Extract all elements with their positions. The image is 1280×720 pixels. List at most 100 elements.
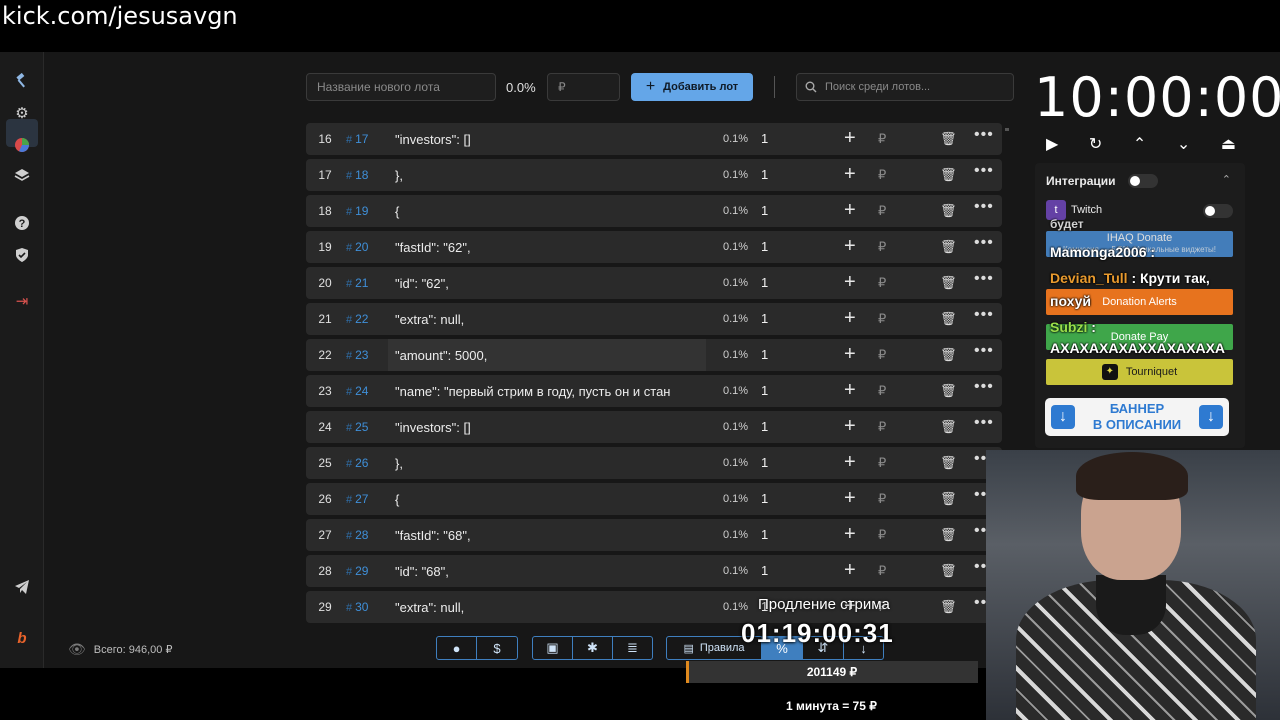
add-amount-input[interactable]: ₽ [878, 203, 886, 219]
lot-amount-input[interactable]: 1 [761, 527, 768, 542]
more-options-icon[interactable]: ••• [974, 306, 994, 324]
shield-icon[interactable] [10, 243, 34, 267]
delete-lot-icon[interactable]: 🗑 [940, 347, 957, 363]
add-amount-input[interactable]: ₽ [878, 419, 886, 435]
more-options-icon[interactable]: ••• [974, 162, 994, 180]
lot-amount-input[interactable]: 1 [761, 311, 768, 326]
add-amount-button[interactable]: + [844, 379, 856, 402]
add-amount-input[interactable]: ₽ [878, 383, 886, 399]
add-amount-input[interactable]: ₽ [878, 167, 886, 183]
brand-logo-icon[interactable]: b [10, 626, 34, 650]
clear-lots-button[interactable]: ≣ [613, 637, 652, 659]
delete-lot-icon[interactable]: 🗑 [940, 239, 957, 255]
add-amount-input[interactable]: ₽ [878, 527, 886, 543]
lot-amount-input[interactable]: 1 [761, 167, 768, 182]
lot-amount-input[interactable]: ₽ [547, 73, 620, 101]
add-amount-input[interactable]: ₽ [878, 455, 886, 471]
reset-icon[interactable]: ↻ [1089, 134, 1102, 154]
collapse-icon[interactable]: ⌃ [1222, 173, 1231, 186]
delete-lot-icon[interactable]: 🗑 [940, 131, 957, 147]
add-amount-input[interactable]: ₽ [878, 491, 886, 507]
pie-chart-icon[interactable] [10, 133, 34, 157]
play-icon[interactable]: ▶ [1046, 134, 1058, 154]
bug-report-button[interactable]: ✱ [573, 637, 613, 659]
lot-name-input[interactable]: "investors": [] [388, 123, 706, 155]
add-amount-button[interactable]: + [844, 163, 856, 186]
lot-amount-input[interactable]: 1 [761, 419, 768, 434]
delete-lot-icon[interactable]: 🗑 [940, 491, 957, 507]
github-button[interactable]: ● [437, 637, 477, 659]
chevron-down-icon[interactable]: ⌄ [1177, 134, 1190, 154]
lot-fast-id[interactable]: #28 [346, 528, 368, 542]
lot-name-input[interactable]: }, [388, 159, 706, 191]
lot-fast-id[interactable]: #20 [346, 240, 368, 254]
logout-icon[interactable]: ⇥ [10, 289, 34, 313]
add-amount-button[interactable]: + [844, 523, 856, 546]
lot-amount-input[interactable]: 1 [761, 239, 768, 254]
delete-lot-icon[interactable]: 🗑 [940, 383, 957, 399]
lot-fast-id[interactable]: #26 [346, 456, 368, 470]
add-amount-button[interactable]: + [844, 559, 856, 582]
add-amount-button[interactable]: + [844, 343, 856, 366]
help-icon[interactable]: ? [10, 211, 34, 235]
lot-fast-id[interactable]: #22 [346, 312, 368, 326]
lot-name-input[interactable]: "fastId": "68", [388, 519, 706, 551]
add-amount-button[interactable]: + [844, 271, 856, 294]
twitch-toggle[interactable] [1203, 204, 1233, 218]
lot-fast-id[interactable]: #21 [346, 276, 368, 290]
more-options-icon[interactable]: ••• [974, 234, 994, 252]
delete-lot-icon[interactable]: 🗑 [940, 311, 957, 327]
gavel-icon[interactable] [10, 69, 34, 93]
lot-name-input[interactable]: }, [388, 447, 706, 479]
delete-lot-icon[interactable]: 🗑 [940, 563, 957, 579]
telegram-icon[interactable] [10, 575, 34, 599]
lot-fast-id[interactable]: #24 [346, 384, 368, 398]
more-options-icon[interactable]: ••• [974, 342, 994, 360]
list-scrollbar[interactable] [1005, 128, 1009, 131]
lot-amount-input[interactable]: 1 [761, 383, 768, 398]
lot-amount-input[interactable]: 1 [761, 203, 768, 218]
lot-name-input[interactable]: "id": "68", [388, 555, 706, 587]
lot-name-input[interactable]: "id": "62", [388, 267, 706, 299]
lot-amount-input[interactable]: 1 [761, 131, 768, 146]
delete-lot-icon[interactable]: 🗑 [940, 275, 957, 291]
add-amount-input[interactable]: ₽ [878, 563, 886, 579]
delete-lot-icon[interactable]: 🗑 [940, 419, 957, 435]
lot-name-input[interactable]: "extra": null, [388, 591, 706, 623]
lot-name-input[interactable]: "extra": null, [388, 303, 706, 335]
lot-name-input[interactable]: "name": "первый стрим в году, пусть он и… [388, 375, 706, 407]
lot-fast-id[interactable]: #25 [346, 420, 368, 434]
lot-name-input[interactable]: "fastId": "62", [388, 231, 706, 263]
add-amount-input[interactable]: ₽ [878, 275, 886, 291]
lot-fast-id[interactable]: #30 [346, 600, 368, 614]
add-lot-button[interactable]: + Добавить лот [631, 73, 753, 101]
delete-lot-icon[interactable]: 🗑 [940, 167, 957, 183]
chevron-up-icon[interactable]: ⌃ [1133, 134, 1146, 154]
eye-off-icon[interactable]: 👁 [68, 641, 86, 658]
add-amount-button[interactable]: + [844, 451, 856, 474]
add-amount-button[interactable]: + [844, 127, 856, 150]
more-options-icon[interactable]: ••• [974, 414, 994, 432]
add-amount-button[interactable]: + [844, 199, 856, 222]
layers-icon[interactable] [10, 164, 34, 188]
double-chevron-up-icon[interactable]: ⏏ [1221, 134, 1236, 154]
lot-name-input[interactable]: Название нового лота [306, 73, 496, 101]
add-amount-input[interactable]: ₽ [878, 131, 886, 147]
donate-button[interactable]: $ [477, 637, 517, 659]
lot-fast-id[interactable]: #17 [346, 132, 368, 146]
add-amount-button[interactable]: + [844, 415, 856, 438]
add-amount-button[interactable]: + [844, 307, 856, 330]
delete-lot-icon[interactable]: 🗑 [940, 203, 957, 219]
save-button[interactable]: ▣ [533, 637, 573, 659]
more-options-icon[interactable]: ••• [974, 126, 994, 144]
delete-lot-icon[interactable]: 🗑 [940, 599, 957, 615]
lot-fast-id[interactable]: #23 [346, 348, 368, 362]
more-options-icon[interactable]: ••• [974, 270, 994, 288]
lot-fast-id[interactable]: #29 [346, 564, 368, 578]
delete-lot-icon[interactable]: 🗑 [940, 455, 957, 471]
lot-amount-input[interactable]: 1 [761, 275, 768, 290]
lot-fast-id[interactable]: #27 [346, 492, 368, 506]
lot-fast-id[interactable]: #19 [346, 204, 368, 218]
lot-amount-input[interactable]: 1 [761, 455, 768, 470]
lot-amount-input[interactable]: 1 [761, 491, 768, 506]
